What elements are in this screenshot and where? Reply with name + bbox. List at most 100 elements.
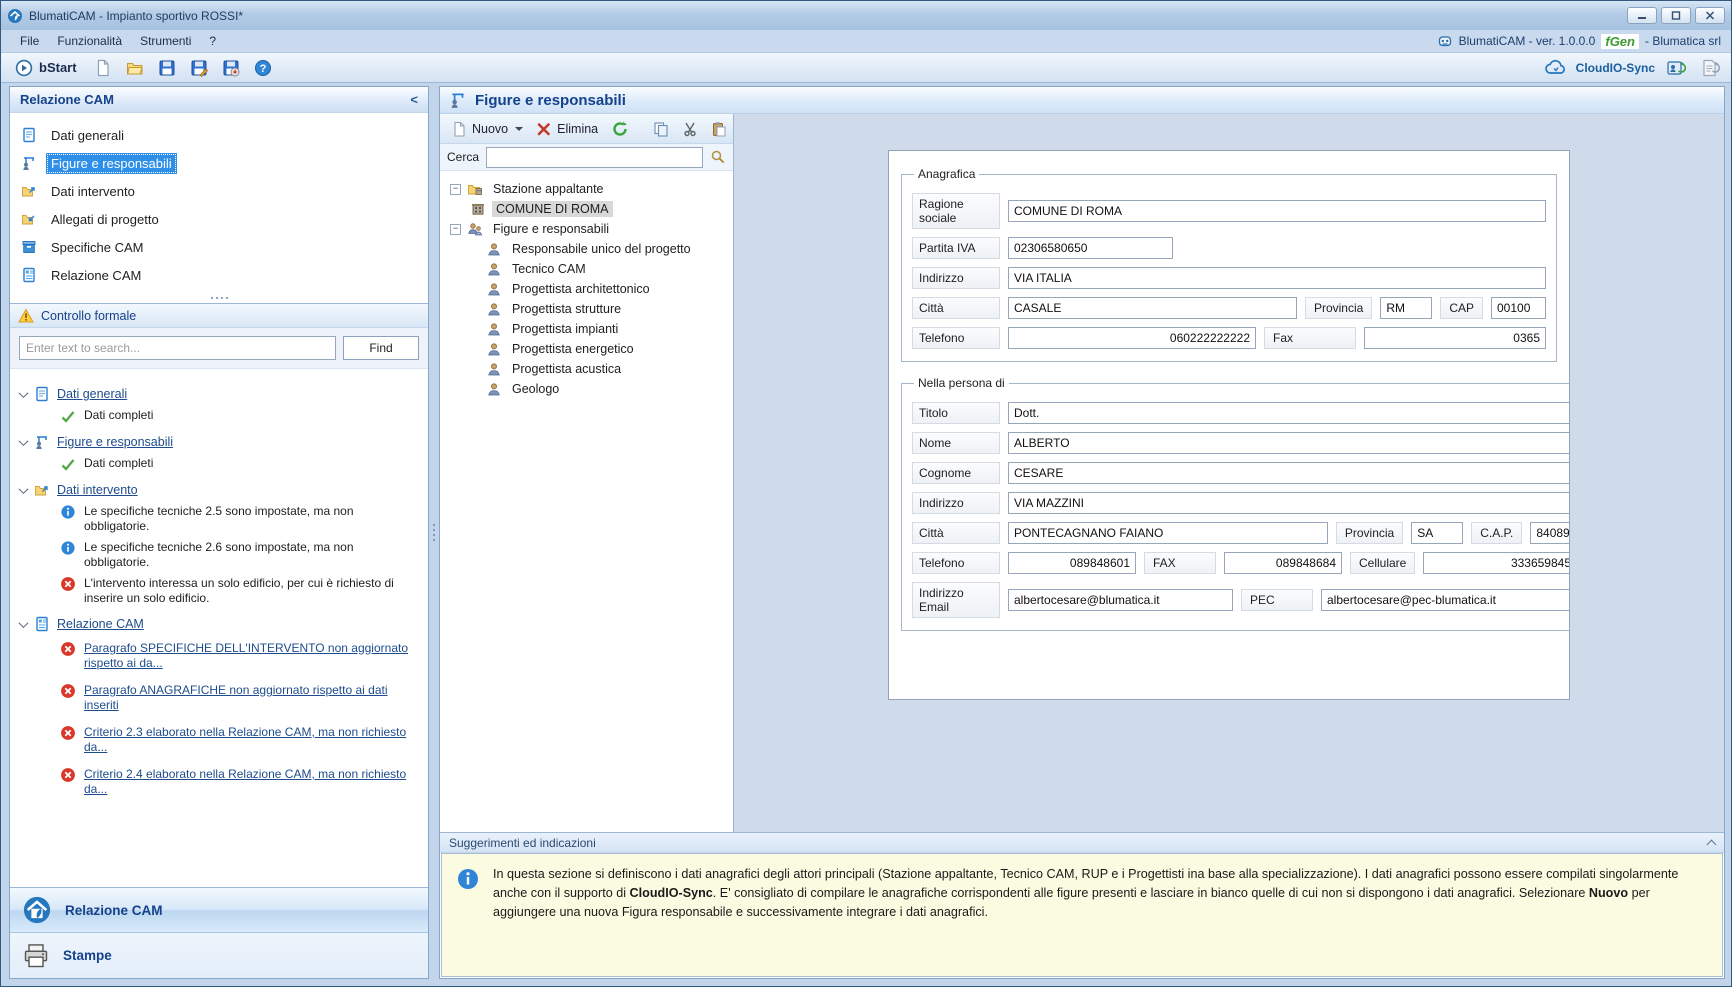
version-text: BlumatiCAM - ver. 1.0.0.0 (1459, 34, 1596, 48)
controllo-item: Le specifiche tecniche 2.5 sono impostat… (18, 501, 422, 537)
sidebar-item-figure-e-responsabili[interactable]: Figure e responsabili (10, 149, 428, 177)
sidebar-item-dati-intervento[interactable]: Dati intervento (10, 177, 428, 205)
document-icon (34, 386, 50, 402)
menu-funzionalita[interactable]: Funzionalità (48, 31, 131, 51)
left-panel: Relazione CAM Dati generali Figure e res… (9, 86, 429, 979)
chevron-down-icon[interactable] (19, 388, 29, 398)
minimize-button[interactable] (1627, 7, 1657, 24)
cut-button[interactable] (677, 118, 703, 140)
tree-node-comune-di-roma[interactable]: COMUNE DI ROMA (448, 199, 729, 219)
partita-iva-field[interactable] (1008, 237, 1173, 259)
controllo-item: Criterio 2.3 elaborato nella Relazione C… (18, 719, 422, 761)
collapse-sidebar-icon[interactable] (410, 92, 418, 107)
figure-tree: Stazione appaltante COMUNE DI ROMA Figur… (440, 171, 733, 832)
cellulare-field[interactable] (1423, 552, 1570, 574)
contact-sync-button[interactable] (1663, 56, 1689, 80)
cap-field[interactable] (1491, 297, 1546, 319)
find-button[interactable]: Find (343, 336, 419, 360)
chevron-down-icon[interactable] (19, 484, 29, 494)
collapse-node-icon[interactable] (450, 224, 461, 235)
tree-node-person[interactable]: Geologo (448, 379, 729, 399)
tree-node-person[interactable]: Responsabile unico del progetto (448, 239, 729, 259)
bottom-nav-stampe[interactable]: Stampe (10, 933, 428, 978)
indirizzo-field[interactable] (1008, 267, 1546, 289)
tree-node-person[interactable]: Progettista architettonico (448, 279, 729, 299)
info-icon (456, 867, 480, 891)
open-button[interactable] (123, 57, 147, 79)
nuovo-button[interactable]: Nuovo (446, 118, 528, 140)
collapse-suggestions-icon[interactable] (1707, 840, 1717, 850)
sidebar-item-relazione-cam[interactable]: Relazione CAM (10, 261, 428, 289)
provincia-persona-field[interactable] (1411, 522, 1463, 544)
collapse-node-icon[interactable] (450, 184, 461, 195)
bottom-nav-relazione-cam[interactable]: Relazione CAM (10, 888, 428, 933)
folder-building-icon (467, 181, 483, 197)
cloud-sync-label[interactable]: CloudIO-Sync (1576, 61, 1655, 75)
fax-persona-field[interactable] (1224, 552, 1342, 574)
fax-field[interactable] (1364, 327, 1546, 349)
save-as-button[interactable] (187, 57, 211, 79)
chevron-down-icon[interactable] (19, 618, 29, 628)
controllo-group-dati-generali[interactable]: Dati generali (18, 383, 422, 405)
controllo-group-dati-intervento[interactable]: Dati intervento (18, 479, 422, 501)
warning-icon (18, 308, 34, 324)
export-save-button[interactable] (219, 57, 243, 79)
ragione-sociale-label: Ragione sociale (912, 193, 1000, 229)
tree-node-figure-e-responsabili[interactable]: Figure e responsabili (448, 219, 729, 239)
controllo-group-figure[interactable]: Figure e responsabili (18, 431, 422, 453)
paste-button[interactable] (706, 118, 732, 140)
tree-node-stazione-appaltante[interactable]: Stazione appaltante (448, 179, 729, 199)
sidebar-item-specifiche-cam[interactable]: Specifiche CAM (10, 233, 428, 261)
help-button[interactable]: ? (251, 57, 275, 79)
tree-node-person[interactable]: Progettista strutture (448, 299, 729, 319)
report-sync-button[interactable] (1697, 56, 1723, 80)
citta-field[interactable] (1008, 297, 1297, 319)
main-header: Figure e responsabili (440, 87, 1724, 114)
controllo-group-relazione-cam[interactable]: Relazione CAM (18, 613, 422, 635)
chevron-down-icon[interactable] (19, 436, 29, 446)
menu-help[interactable]: ? (200, 31, 225, 51)
tree-node-person[interactable]: Progettista acustica (448, 359, 729, 379)
tree-node-person[interactable]: Tecnico CAM (448, 259, 729, 279)
pec-field[interactable] (1321, 589, 1570, 611)
sidebar-item-dati-generali[interactable]: Dati generali (10, 121, 428, 149)
sidebar-nav: Dati generali Figure e responsabili Dati… (10, 113, 428, 293)
new-file-button[interactable] (91, 57, 115, 79)
menu-file[interactable]: File (11, 31, 48, 51)
controllo-search-input[interactable] (19, 336, 336, 360)
maximize-button[interactable] (1661, 7, 1691, 24)
sidebar-splitter-handle[interactable] (10, 293, 428, 303)
menu-strumenti[interactable]: Strumenti (131, 31, 200, 51)
indirizzo-persona-field[interactable] (1008, 492, 1570, 514)
nome-field[interactable] (1008, 432, 1570, 454)
tree-node-person[interactable]: Progettista impianti (448, 319, 729, 339)
refresh-button[interactable] (606, 117, 634, 141)
bstart-button[interactable]: bStart (9, 57, 83, 79)
email-field[interactable] (1008, 589, 1233, 611)
copy-button[interactable] (648, 118, 674, 140)
ragione-sociale-field[interactable] (1008, 200, 1546, 222)
titolo-field[interactable] (1008, 402, 1570, 424)
elimina-button[interactable]: Elimina (531, 118, 603, 140)
tree-node-person[interactable]: Progettista energetico (448, 339, 729, 359)
tree-toolbar: Nuovo Elimina (440, 114, 733, 144)
cap-persona-field[interactable] (1530, 522, 1570, 544)
report-icon (21, 267, 37, 283)
left-main-splitter[interactable] (429, 86, 439, 979)
page-title: Figure e responsabili (475, 92, 626, 109)
search-icon[interactable] (710, 149, 726, 165)
contact-sync-icon (1666, 58, 1686, 78)
title-bar: BlumatiCAM - Impianto sportivo ROSSI* (1, 1, 1731, 30)
workspace: Relazione CAM Dati generali Figure e res… (1, 83, 1731, 986)
folder-export-icon (21, 183, 37, 199)
citta-persona-field[interactable] (1008, 522, 1328, 544)
telefono-field[interactable] (1008, 327, 1256, 349)
email-label: Indirizzo Email (912, 582, 1000, 618)
save-button[interactable] (155, 57, 179, 79)
sidebar-item-allegati-di-progetto[interactable]: Allegati di progetto (10, 205, 428, 233)
provincia-field[interactable] (1380, 297, 1432, 319)
cerca-input[interactable] (486, 147, 703, 168)
cognome-field[interactable] (1008, 462, 1570, 484)
telefono-persona-field[interactable] (1008, 552, 1136, 574)
close-button[interactable] (1695, 7, 1725, 24)
